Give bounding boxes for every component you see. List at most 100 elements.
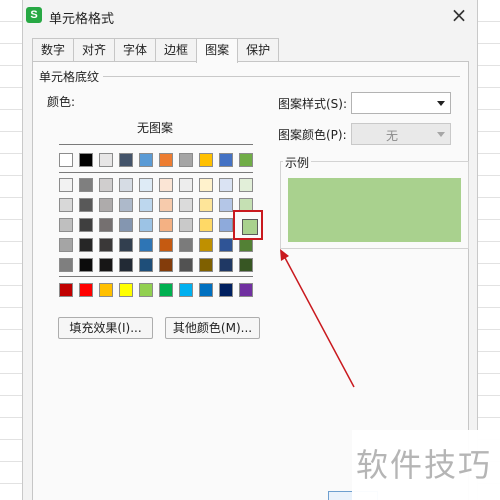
tab-bar: 数字 对齐 字体 边框 图案 保护: [32, 38, 280, 63]
color-swatch[interactable]: [179, 238, 193, 252]
standard-color-swatch[interactable]: [139, 283, 153, 297]
color-swatch[interactable]: [139, 218, 153, 232]
standard-color-swatch[interactable]: [59, 283, 73, 297]
color-swatch[interactable]: [59, 258, 73, 272]
color-swatch[interactable]: [139, 198, 153, 212]
color-swatch[interactable]: [219, 218, 233, 232]
color-swatch[interactable]: [199, 153, 213, 167]
chevron-down-icon: [437, 132, 445, 137]
watermark: 软件技巧: [352, 430, 500, 500]
watermark-text: 软件技巧: [356, 446, 493, 484]
color-swatch[interactable]: [119, 198, 133, 212]
color-swatch[interactable]: [219, 153, 233, 167]
standard-color-swatch[interactable]: [199, 283, 213, 297]
color-swatch[interactable]: [159, 153, 173, 167]
selected-color-swatch[interactable]: [242, 219, 258, 235]
color-swatch[interactable]: [199, 198, 213, 212]
tab-border[interactable]: 边框: [155, 38, 198, 62]
color-swatch[interactable]: [199, 258, 213, 272]
standard-color-swatch[interactable]: [99, 283, 113, 297]
color-swatch[interactable]: [79, 238, 93, 252]
tab-number[interactable]: 数字: [32, 38, 75, 62]
more-colors-button[interactable]: 其他颜色(M)...: [165, 317, 260, 339]
color-swatch[interactable]: [179, 258, 193, 272]
close-icon[interactable]: ×: [449, 5, 469, 25]
color-swatch[interactable]: [219, 198, 233, 212]
cell-shading-group-title: 单元格底纹: [39, 68, 104, 85]
dialog-titlebar: S 单元格格式 ×: [23, 0, 477, 33]
color-swatch[interactable]: [159, 238, 173, 252]
color-swatch[interactable]: [239, 178, 253, 192]
tab-protection[interactable]: 保护: [237, 38, 280, 62]
sample-preview: [288, 178, 461, 242]
color-swatch[interactable]: [239, 238, 253, 252]
pattern-style-select[interactable]: [351, 92, 451, 114]
tab-font[interactable]: 字体: [114, 38, 157, 62]
color-swatch[interactable]: [159, 178, 173, 192]
color-swatch[interactable]: [99, 258, 113, 272]
color-swatch[interactable]: [239, 153, 253, 167]
fill-effects-button[interactable]: 填充效果(I)...: [58, 317, 153, 339]
format-cells-dialog: S 单元格格式 × 数字 对齐 字体 边框 图案 保护 单元格底纹 颜色: 无图…: [22, 0, 478, 500]
color-swatch[interactable]: [99, 153, 113, 167]
color-swatch[interactable]: [59, 153, 73, 167]
color-swatch[interactable]: [119, 153, 133, 167]
color-swatch[interactable]: [159, 218, 173, 232]
standard-color-swatch[interactable]: [239, 283, 253, 297]
color-swatch[interactable]: [119, 238, 133, 252]
pattern-color-select[interactable]: 无: [351, 123, 451, 145]
group-divider: [103, 76, 460, 77]
color-swatch[interactable]: [199, 178, 213, 192]
tab-pattern[interactable]: 图案: [196, 38, 239, 63]
color-swatch[interactable]: [79, 153, 93, 167]
color-swatch[interactable]: [199, 218, 213, 232]
color-swatch[interactable]: [139, 238, 153, 252]
color-swatch[interactable]: [99, 238, 113, 252]
color-swatch[interactable]: [179, 218, 193, 232]
color-swatch[interactable]: [79, 258, 93, 272]
tab-alignment[interactable]: 对齐: [73, 38, 116, 62]
color-swatch[interactable]: [159, 258, 173, 272]
palette-separator: [59, 172, 253, 173]
color-swatch[interactable]: [59, 198, 73, 212]
color-swatch[interactable]: [79, 218, 93, 232]
color-swatch[interactable]: [239, 258, 253, 272]
color-swatch[interactable]: [99, 218, 113, 232]
color-swatch[interactable]: [119, 258, 133, 272]
color-swatch[interactable]: [59, 178, 73, 192]
palette-separator: [59, 276, 253, 277]
color-swatch[interactable]: [119, 218, 133, 232]
color-swatch[interactable]: [119, 178, 133, 192]
pattern-color-value: 无: [385, 129, 398, 143]
standard-color-swatch[interactable]: [219, 283, 233, 297]
color-swatch[interactable]: [59, 218, 73, 232]
color-swatch[interactable]: [219, 178, 233, 192]
color-swatch[interactable]: [79, 198, 93, 212]
color-swatch[interactable]: [219, 258, 233, 272]
color-swatch[interactable]: [139, 258, 153, 272]
standard-color-swatch[interactable]: [79, 283, 93, 297]
wps-spreadsheet-icon: S: [26, 7, 42, 23]
color-swatch[interactable]: [179, 198, 193, 212]
selected-color-highlight: [233, 210, 263, 240]
color-swatch[interactable]: [139, 178, 153, 192]
color-swatch[interactable]: [79, 178, 93, 192]
standard-color-swatch[interactable]: [179, 283, 193, 297]
color-label: 颜色:: [47, 95, 76, 109]
sample-title: 示例: [283, 154, 312, 171]
standard-color-swatch[interactable]: [159, 283, 173, 297]
standard-color-swatch[interactable]: [119, 283, 133, 297]
color-swatch[interactable]: [179, 178, 193, 192]
color-swatch[interactable]: [99, 178, 113, 192]
color-swatch[interactable]: [99, 198, 113, 212]
color-swatch[interactable]: [199, 238, 213, 252]
no-pattern-option[interactable]: 无图案: [137, 119, 173, 136]
color-swatch[interactable]: [139, 153, 153, 167]
color-swatch[interactable]: [219, 238, 233, 252]
color-swatch[interactable]: [179, 153, 193, 167]
pattern-style-label: 图案样式(S):: [278, 97, 348, 111]
color-swatch[interactable]: [59, 238, 73, 252]
dialog-title: 单元格格式: [49, 12, 115, 27]
palette-separator: [59, 144, 253, 145]
color-swatch[interactable]: [159, 198, 173, 212]
